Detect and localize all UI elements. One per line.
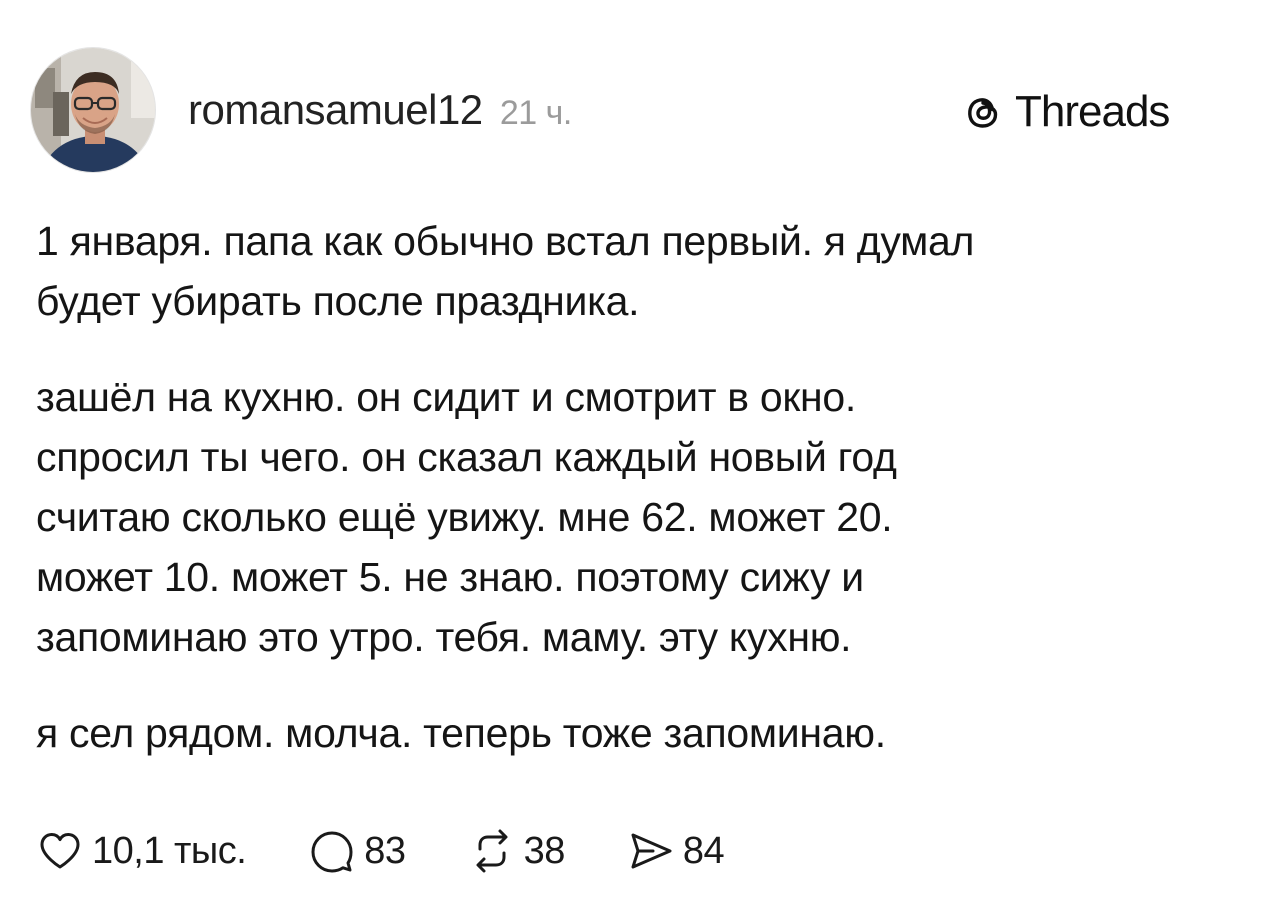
- post-timestamp: 21 ч.: [499, 94, 572, 132]
- post-line: считаю сколько ещё увижу. мне 62. может …: [36, 494, 893, 540]
- threads-post: romansamuel12 21 ч. Threads 1 января. па…: [0, 0, 1280, 916]
- repost-icon: [476, 829, 508, 873]
- threads-logo-icon: [968, 98, 998, 128]
- repost-count: 38: [523, 829, 566, 872]
- post-line: спросил ты чего. он сказал каждый новый …: [36, 434, 897, 480]
- reply-count: 83: [364, 829, 406, 872]
- post-line: запоминаю это утро. тебя. маму. эту кухн…: [36, 614, 852, 660]
- post-paragraph: я сел рядом. молча. теперь тоже запомина…: [36, 703, 1246, 763]
- post-line: 1 января. папа как обычно встал первый. …: [36, 218, 975, 264]
- post-actions: 10,1 тыс. 83 38 84: [36, 826, 786, 876]
- post-body: 1 января. папа как обычно встал первый. …: [36, 211, 1246, 799]
- post-line: я сел рядом. молча. теперь тоже запомина…: [36, 710, 886, 756]
- post-paragraph: 1 января. папа как обычно встал первый. …: [36, 211, 1246, 331]
- like-count: 10,1 тыс.: [92, 829, 247, 872]
- avatar-photo: [31, 48, 155, 172]
- post-line: будет убирать после праздника.: [36, 278, 640, 324]
- repost-button[interactable]: 38: [468, 827, 565, 875]
- comment-icon: [311, 831, 353, 873]
- threads-brand-name: Threads: [1015, 87, 1170, 136]
- threads-brand: Threads: [959, 87, 1170, 136]
- heart-icon: [40, 833, 80, 869]
- post-line: зашёл на кухню. он сидит и смотрит в окн…: [36, 374, 856, 420]
- post-header: romansamuel12 21 ч.: [188, 86, 572, 137]
- send-icon: [631, 833, 672, 869]
- post-paragraph: зашёл на кухню. он сидит и смотрит в окн…: [36, 367, 1246, 667]
- reply-button[interactable]: 83: [308, 827, 406, 875]
- post-line: может 10. может 5. не знаю. поэтому сижу…: [36, 554, 864, 600]
- username-link[interactable]: romansamuel12: [188, 86, 483, 133]
- share-button[interactable]: 84: [627, 827, 725, 875]
- avatar[interactable]: [30, 47, 156, 173]
- share-count: 84: [682, 829, 725, 872]
- like-button[interactable]: 10,1 тыс.: [36, 827, 247, 875]
